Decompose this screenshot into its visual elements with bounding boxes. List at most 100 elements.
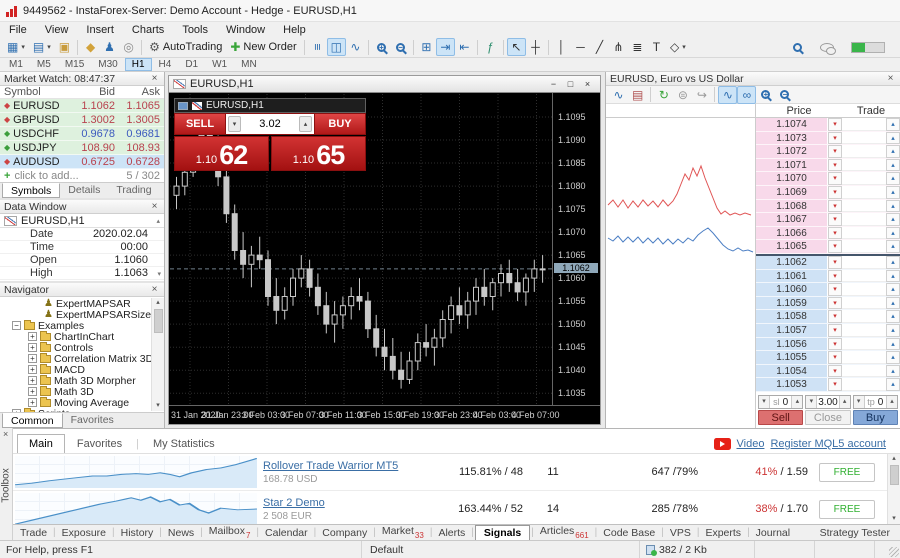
buy-arrow-button[interactable]: ▴: [886, 145, 900, 158]
toolbox-tab-code-base[interactable]: Code Base: [598, 526, 660, 540]
buy-arrow-button[interactable]: ▴: [886, 118, 900, 131]
navigator-item[interactable]: +MACD: [0, 364, 164, 375]
volume-decrement-icon[interactable]: ▾: [228, 116, 241, 132]
toolbox-tab-news[interactable]: News: [163, 526, 199, 540]
dom-export-button[interactable]: ↪: [692, 86, 711, 104]
expand-icon[interactable]: +: [28, 376, 37, 385]
dom-price-cell[interactable]: 1.1070: [756, 172, 828, 185]
toolbox-tab-mailbox[interactable]: Mailbox7: [204, 524, 256, 540]
close-icon[interactable]: ×: [149, 201, 160, 212]
expand-icon[interactable]: +: [28, 332, 37, 341]
text-tool-button[interactable]: T: [647, 38, 666, 56]
dom-trade-cell[interactable]: [842, 159, 886, 172]
dom-trade-cell[interactable]: [842, 256, 886, 269]
zoom-out-button[interactable]: −: [391, 38, 410, 56]
dom-trade-cell[interactable]: [842, 172, 886, 185]
buy-button[interactable]: Buy: [853, 410, 898, 425]
buy-arrow-button[interactable]: ▴: [886, 324, 900, 337]
volume-spinner[interactable]: ▾ 3.02 ▴: [226, 113, 314, 135]
dom-refresh-button[interactable]: ↻: [654, 86, 673, 104]
sell-arrow-button[interactable]: ▾: [828, 132, 842, 145]
dom-trade-cell[interactable]: [842, 200, 886, 213]
buy-button[interactable]: BUY: [314, 113, 366, 135]
vertical-line-button[interactable]: │: [552, 38, 571, 56]
signal-name-link[interactable]: Rollover Trade Warrior MT5: [263, 460, 423, 472]
connection-status-button[interactable]: [847, 38, 889, 56]
scrollbar-thumb[interactable]: [890, 465, 899, 485]
toolbox-tab-calendar[interactable]: Calendar: [260, 526, 313, 540]
buy-arrow-button[interactable]: ▴: [886, 172, 900, 185]
trendline-button[interactable]: ╱: [590, 38, 609, 56]
stop-loss-spinner[interactable]: ▾ sl0 ▴: [758, 395, 803, 409]
buy-arrow-button[interactable]: ▴: [886, 227, 900, 240]
column-ask[interactable]: Ask: [119, 86, 164, 98]
scroll-down-icon[interactable]: ▾: [156, 401, 160, 411]
menu-insert[interactable]: Insert: [77, 22, 123, 37]
depth-toggle-button[interactable]: ∞: [737, 86, 756, 104]
sell-arrow-button[interactable]: ▾: [828, 283, 842, 296]
buy-arrow-button[interactable]: ▴: [886, 186, 900, 199]
timeframe-m5[interactable]: M5: [30, 58, 58, 71]
dom-orders-button[interactable]: ⊜: [673, 86, 692, 104]
menu-view[interactable]: View: [36, 22, 78, 37]
chat-button[interactable]: [816, 38, 838, 56]
dom-price-cell[interactable]: 1.1062: [756, 256, 828, 269]
volume-spinner[interactable]: ▾ 3.00 ▴: [805, 395, 850, 409]
sell-arrow-button[interactable]: ▾: [828, 159, 842, 172]
scrollbar-thumb[interactable]: [154, 309, 163, 333]
sell-arrow-button[interactable]: ▾: [828, 270, 842, 283]
dom-header[interactable]: EURUSD, Euro vs US Dollar ×: [606, 72, 900, 86]
column-bid[interactable]: Bid: [74, 86, 119, 98]
buy-arrow-button[interactable]: ▴: [886, 338, 900, 351]
buy-arrow-button[interactable]: ▴: [886, 213, 900, 226]
profiles-button[interactable]: ▤▾: [29, 38, 55, 56]
buy-arrow-button[interactable]: ▴: [886, 283, 900, 296]
dom-trade-cell[interactable]: [842, 365, 886, 378]
market-watch-row[interactable]: ◆USDCHF0.96780.9681: [0, 127, 164, 141]
video-link[interactable]: Video: [737, 438, 765, 450]
dom-price-cell[interactable]: 1.1061: [756, 270, 828, 283]
scroll-up-icon[interactable]: ▴: [892, 454, 896, 464]
collapse-icon[interactable]: −: [12, 321, 21, 330]
data-window-symbol-row[interactable]: EURUSD,H1 ▴: [0, 214, 164, 228]
navigator-item[interactable]: ♟ExpertMAPSARSizeOptim: [0, 309, 164, 320]
sell-button[interactable]: SELL: [174, 113, 226, 135]
tab-details[interactable]: Details: [60, 183, 108, 198]
chart-price-axis[interactable]: 1.10951.10901.10851.10801.10751.10701.10…: [552, 93, 600, 405]
crosshair-button[interactable]: ┼: [526, 38, 545, 56]
sl-increment-icon[interactable]: ▴: [791, 396, 802, 408]
volume-increment-icon[interactable]: ▴: [839, 396, 850, 408]
dom-price-cell[interactable]: 1.1067: [756, 213, 828, 226]
subscribe-button[interactable]: FREE: [819, 500, 875, 519]
dom-price-cell[interactable]: 1.1074: [756, 118, 828, 131]
volume-increment-icon[interactable]: ▴: [299, 116, 312, 132]
deposit-button[interactable]: ▣: [55, 38, 74, 56]
dom-price-cell[interactable]: 1.1071: [756, 159, 828, 172]
dom-trade-cell[interactable]: [842, 351, 886, 364]
toolbox-tab-journal[interactable]: Journal: [751, 526, 795, 540]
toolbox-tab-alerts[interactable]: Alerts: [433, 526, 470, 540]
zoom-in-button[interactable]: +: [372, 38, 391, 56]
dom-trade-cell[interactable]: [842, 118, 886, 131]
autotrading-button[interactable]: ⚙AutoTrading: [145, 38, 226, 56]
search-button[interactable]: [788, 38, 807, 56]
dom-trade-cell[interactable]: [842, 186, 886, 199]
buy-arrow-button[interactable]: ▴: [886, 378, 900, 391]
navigator-header[interactable]: Navigator ×: [0, 283, 164, 297]
tile-windows-button[interactable]: ⊞: [417, 38, 436, 56]
close-icon[interactable]: ×: [149, 284, 160, 295]
dom-zoom-in-button[interactable]: +: [756, 86, 775, 104]
close-button[interactable]: Close: [805, 410, 850, 425]
toolbox-tab-trade[interactable]: Trade: [15, 526, 52, 540]
new-order-button[interactable]: ✚New Order: [226, 38, 300, 56]
broadcast-button[interactable]: ◎: [119, 38, 138, 56]
expand-icon[interactable]: +: [28, 387, 37, 396]
menu-window[interactable]: Window: [217, 22, 274, 37]
expand-icon[interactable]: +: [28, 343, 37, 352]
buy-arrow-button[interactable]: ▴: [886, 256, 900, 269]
strategy-tester-tab[interactable]: Strategy Tester: [820, 527, 900, 539]
timeframe-m15[interactable]: M15: [58, 58, 91, 71]
horizontal-line-button[interactable]: ─: [571, 38, 590, 56]
dom-price-cell[interactable]: 1.1072: [756, 145, 828, 158]
candlestick-chart-button[interactable]: ◫: [327, 38, 346, 56]
